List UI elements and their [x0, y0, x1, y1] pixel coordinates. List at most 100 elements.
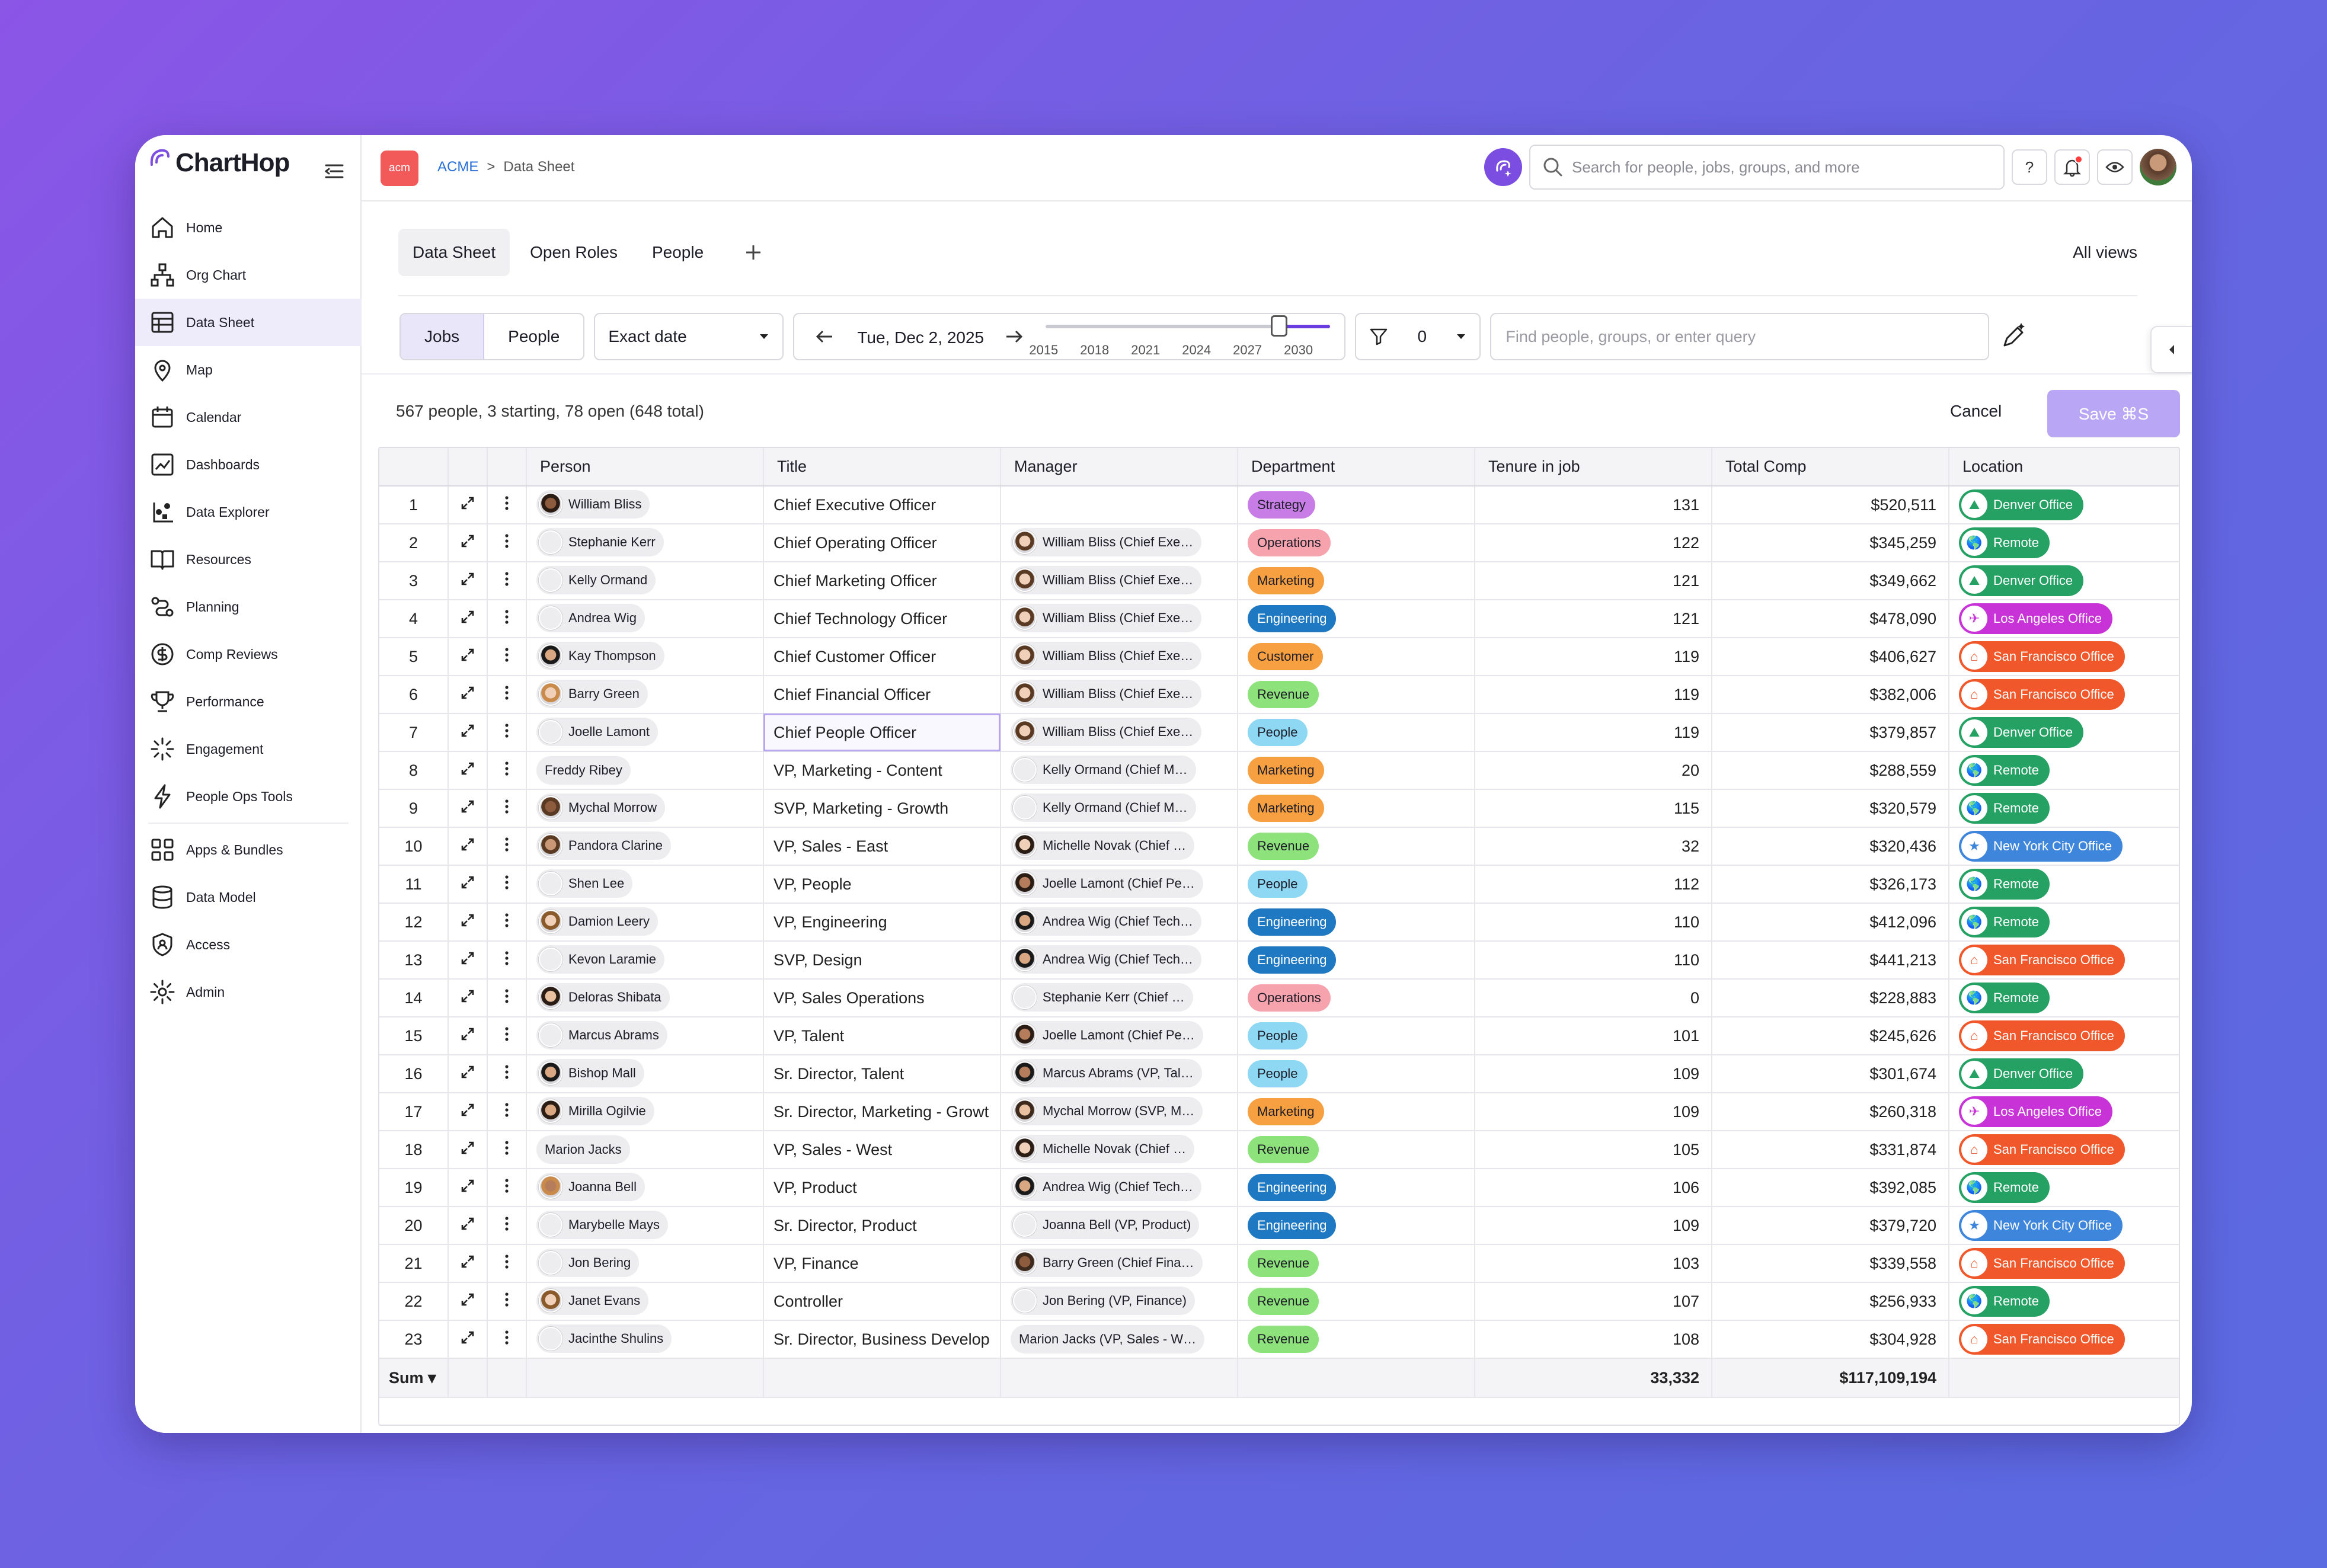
person-cell[interactable]: Freddy Ribey [526, 751, 764, 790]
sidebar-item-data-explorer[interactable]: Data Explorer [135, 488, 362, 536]
manager-cell[interactable]: Joelle Lamont (Chief Pe… [1001, 865, 1238, 904]
expand-row-button[interactable] [448, 676, 488, 714]
notifications-button[interactable] [2054, 149, 2090, 185]
location-cell[interactable]: ⌂ San Francisco Office [1949, 638, 2179, 676]
save-button[interactable]: Save ⌘S [2047, 390, 2180, 437]
manager-cell[interactable]: Andrea Wig (Chief Tech… [1001, 941, 1238, 980]
title-cell[interactable]: SVP, Design [763, 941, 1001, 980]
manager-chip[interactable]: William Bliss (Chief Exe… [1011, 679, 1202, 708]
department-cell[interactable]: Revenue [1238, 1131, 1475, 1169]
expand-row-button[interactable] [448, 1169, 488, 1207]
department-cell[interactable]: Customer [1238, 638, 1475, 676]
total-comp-cell[interactable]: $320,436 [1712, 827, 1949, 866]
manager-cell[interactable]: Barry Green (Chief Fina… [1001, 1244, 1238, 1283]
manager-chip[interactable]: William Bliss (Chief Exe… [1011, 565, 1202, 594]
department-cell[interactable]: Engineering [1238, 1169, 1475, 1207]
manager-chip[interactable]: William Bliss (Chief Exe… [1011, 603, 1202, 632]
row-menu-button[interactable] [487, 1055, 527, 1093]
row-menu-button[interactable] [487, 979, 527, 1017]
title-cell[interactable]: VP, People [763, 865, 1001, 904]
manager-cell[interactable]: Andrea Wig (Chief Tech… [1001, 903, 1238, 942]
table-row[interactable]: 16 Bishop Mall Sr. Director, Talent Marcus … [379, 1055, 2179, 1093]
manager-cell[interactable]: Michelle Novak (Chief … [1001, 1131, 1238, 1169]
expand-row-button[interactable] [448, 1320, 488, 1359]
table-row[interactable]: 21 Jon Bering VP, Finance Barry Green (Chie… [379, 1244, 2179, 1283]
table-row[interactable]: 12 Damion Leery VP, Engineering Andrea Wig … [379, 903, 2179, 942]
table-row[interactable]: 18 Marion Jacks VP, Sales - West Michelle N… [379, 1131, 2179, 1169]
sidebar-item-org-chart[interactable]: Org Chart [135, 251, 362, 299]
row-menu-button[interactable] [487, 865, 527, 904]
department-cell[interactable]: People [1238, 713, 1475, 752]
total-comp-cell[interactable]: $382,006 [1712, 676, 1949, 714]
column-header-manager[interactable]: Manager [1001, 448, 1238, 487]
help-button[interactable]: ? [2012, 149, 2047, 185]
table-row[interactable]: 10 Pandora Clarine VP, Sales - East Michell… [379, 827, 2179, 866]
sidebar-item-apps-bundles[interactable]: Apps & Bundles [135, 826, 362, 873]
manager-cell[interactable] [1001, 486, 1238, 524]
row-menu-button[interactable] [487, 1017, 527, 1055]
org-badge[interactable]: acm [381, 151, 418, 186]
manager-chip[interactable]: Kelly Ormand (Chief M… [1011, 755, 1196, 784]
tenure-cell[interactable]: 20 [1475, 751, 1712, 790]
manager-chip[interactable]: Joelle Lamont (Chief Pe… [1011, 1020, 1203, 1049]
department-cell[interactable]: People [1238, 1055, 1475, 1093]
location-cell[interactable]: 🌎 Remote [1949, 865, 2179, 904]
manager-chip[interactable]: Andrea Wig (Chief Tech… [1011, 907, 1201, 936]
person-chip[interactable]: Kevon Laramie [536, 945, 664, 974]
total-comp-cell[interactable]: $520,511 [1712, 486, 1949, 524]
title-cell[interactable]: SVP, Marketing - Growth [763, 789, 1001, 828]
title-cell[interactable]: Sr. Director, Talent [763, 1055, 1001, 1093]
row-menu-button[interactable] [487, 1282, 527, 1321]
table-row[interactable]: 17 Mirilla Ogilvie Sr. Director, Marketing… [379, 1093, 2179, 1131]
row-menu-button[interactable] [487, 1093, 527, 1131]
title-cell[interactable]: Chief Financial Officer [763, 676, 1001, 714]
sidebar-item-data-model[interactable]: Data Model [135, 873, 362, 921]
title-cell[interactable]: Chief Customer Officer [763, 638, 1001, 676]
title-cell[interactable]: Sr. Director, Business Develop [763, 1320, 1001, 1359]
manager-chip[interactable]: Andrea Wig (Chief Tech… [1011, 1172, 1201, 1201]
total-comp-cell[interactable]: $304,928 [1712, 1320, 1949, 1359]
manager-chip[interactable]: Stephanie Kerr (Chief … [1011, 983, 1193, 1012]
date-mode-select[interactable]: Exact date [594, 313, 784, 360]
title-cell[interactable]: Chief Executive Officer [763, 486, 1001, 524]
sidebar-item-access[interactable]: Access [135, 921, 362, 968]
manager-chip[interactable]: Michelle Novak (Chief … [1011, 1134, 1195, 1163]
title-cell[interactable]: Sr. Director, Marketing - Growt [763, 1093, 1001, 1131]
person-cell[interactable]: Stephanie Kerr [526, 524, 764, 562]
column-header-tenure[interactable]: Tenure in job [1475, 448, 1712, 487]
manager-cell[interactable]: Stephanie Kerr (Chief … [1001, 979, 1238, 1017]
table-row[interactable]: 9 Mychal Morrow SVP, Marketing - Growth Kel… [379, 789, 2179, 828]
tenure-cell[interactable]: 110 [1475, 941, 1712, 980]
tenure-cell[interactable]: 110 [1475, 903, 1712, 942]
tab-data-sheet[interactable]: Data Sheet [398, 229, 510, 276]
sidebar-item-planning[interactable]: Planning [135, 583, 362, 631]
tab-open-roles[interactable]: Open Roles [516, 229, 632, 276]
tenure-cell[interactable]: 108 [1475, 1320, 1712, 1359]
location-cell[interactable]: 🌎 Remote [1949, 524, 2179, 562]
location-cell[interactable]: ⛰ Denver Office [1949, 486, 2179, 524]
tenure-cell[interactable]: 121 [1475, 600, 1712, 638]
person-chip[interactable]: Janet Evans [536, 1286, 649, 1315]
location-cell[interactable]: 🌎 Remote [1949, 979, 2179, 1017]
sidebar-item-engagement[interactable]: Engagement [135, 725, 362, 773]
expand-row-button[interactable] [448, 1055, 488, 1093]
charthop-logo[interactable]: ChartHop [148, 147, 290, 178]
department-cell[interactable]: Marketing [1238, 562, 1475, 600]
manager-chip[interactable]: Michelle Novak (Chief … [1011, 831, 1195, 860]
manager-chip[interactable]: Jon Bering (VP, Finance) [1011, 1286, 1195, 1315]
location-cell[interactable]: ✈ Los Angeles Office [1949, 1093, 2179, 1131]
department-cell[interactable]: Engineering [1238, 903, 1475, 942]
department-cell[interactable]: Engineering [1238, 1207, 1475, 1245]
title-cell[interactable]: VP, Sales - West [763, 1131, 1001, 1169]
row-menu-button[interactable] [487, 827, 527, 866]
manager-cell[interactable]: Michelle Novak (Chief … [1001, 827, 1238, 866]
manager-cell[interactable]: Marcus Abrams (VP, Tal… [1001, 1055, 1238, 1093]
person-cell[interactable]: Kelly Ormand [526, 562, 764, 600]
expand-row-button[interactable] [448, 1017, 488, 1055]
arrow-right-icon[interactable] [1005, 329, 1023, 344]
person-cell[interactable]: Kay Thompson [526, 638, 764, 676]
column-header-location[interactable]: Location [1949, 448, 2179, 487]
person-cell[interactable]: Shen Lee [526, 865, 764, 904]
person-chip[interactable]: Bishop Mall [536, 1058, 644, 1087]
location-cell[interactable]: ⌂ San Francisco Office [1949, 1017, 2179, 1055]
